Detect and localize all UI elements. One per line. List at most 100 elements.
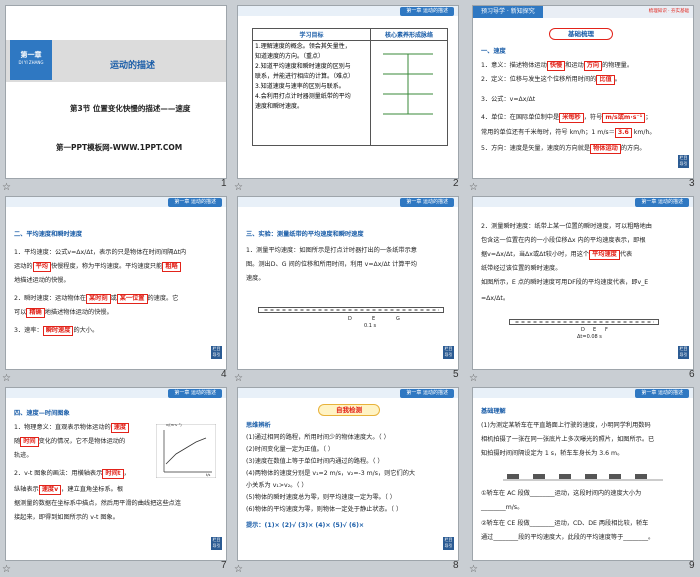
banner-label: 预习导学 · 新知探究 <box>473 6 543 18</box>
slide-number: 3 <box>689 178 695 189</box>
next-nav-button[interactable]: 栏目导引 <box>678 346 689 359</box>
star-icon[interactable]: ☆ <box>2 564 11 575</box>
text-line: 2．v-t 图象的画法：用横轴表示 时间t， <box>14 469 130 479</box>
answer-line: 提示：(1)× (2)√ (3)× (4)× (5)√ (6)× <box>246 522 365 529</box>
chapter-tab: 第一章 运动的描述 <box>400 7 454 16</box>
chapter-badge-text: 第一章 <box>20 51 42 59</box>
star-icon[interactable]: ☆ <box>2 182 11 193</box>
problem-line: ②轿车在 CE 段做________运动，CD、DE 两段相比较，轿车 <box>481 520 649 527</box>
slide-thumbnail-3[interactable]: 预习导学 · 新知探究 梳理知识 · 夯实基础 基础梳理 一、速度 1．意义：描… <box>472 5 694 179</box>
slide-thumbnail-8[interactable]: 第一章 运动的描述 自我检测 思维辨析 (1)通过相同的路程，所用时间少的物体速… <box>237 387 459 561</box>
slide-header: 第一章 运动的描述 <box>473 197 693 207</box>
question-line: (4)两物体的速度分别是 v₁=2 m/s，v₂=-3 m/s，则它们的大 <box>246 470 416 477</box>
goal-line: 1.理解速度的概念。领会其矢量性， <box>255 43 351 50</box>
text-line: 随时间 变化的情况，它不是物体运动的 <box>14 437 126 447</box>
problem-line: ________m/s。 <box>481 504 524 511</box>
vt-graph <box>156 424 216 478</box>
slide-header: 第一章 运动的描述 <box>238 197 458 207</box>
chapter-badge-en: DI YI ZHANG <box>18 60 44 65</box>
slide-header: 第一章 运动的描述 <box>6 388 226 398</box>
slide-number: 4 <box>221 369 227 380</box>
star-icon[interactable]: ☆ <box>469 373 478 384</box>
slide-header: 第一章 运动的描述 <box>473 388 693 398</box>
text-line: 纸带经过该位置的瞬时速度。 <box>481 265 562 272</box>
self-check-banner: 自我检测 <box>318 404 380 416</box>
car-photo-strip <box>503 474 663 481</box>
text-line: 1．测量平均速度：如图所示是打点计时器打出的一条纸带示意 <box>246 247 417 254</box>
slide-number: 7 <box>221 560 227 571</box>
text-line: 5．方向：速度是矢量，速度的方向就是 物体运动 的方向。 <box>481 144 646 154</box>
text-line: 包含这一位置在内的一小段位移Δx 内的平均速度表示，即根 <box>481 237 646 244</box>
slide-thumbnail-7[interactable]: 第一章 运动的描述 四、速度—时间图象 1．物理意义：直观表示物体运动的 速度 随… <box>5 387 227 561</box>
slide-header: 第一章 运动的描述 <box>6 197 226 207</box>
text-line: 4．单位：在国际单位制中是 米每秒 ，符号 m/s或m·s⁻¹； <box>481 113 652 123</box>
text-line: 1．物理意义：直观表示物体运动的 速度 <box>14 422 130 433</box>
question-line: (2)时间变化量一定为正值。（ ） <box>246 446 335 453</box>
text-line: 地描述运动的快慢。 <box>14 277 70 284</box>
goal-line: 3.知道速度与速率的区别与联系。 <box>255 83 345 90</box>
slide-thumbnail-9[interactable]: 第一章 运动的描述 基础理解 (1)为测定某轿车在平直路面上行驶的速度，小明同学… <box>472 387 694 561</box>
next-nav-button[interactable]: 栏目导引 <box>211 346 222 359</box>
goals-table: 学习目标 核心素养形成脉络 1.理解速度的概念。领会其矢量性， 知道速度的方向。… <box>252 28 448 146</box>
subheading: 二、平均速度和瞬时速度 <box>14 231 83 238</box>
chapter-tab: 第一章 运动的描述 <box>400 389 454 398</box>
slide-thumbnail-6[interactable]: 第一章 运动的描述 2．测量瞬时速度：纸带上某一位置的瞬时速度，可以粗略地由 包… <box>472 196 694 370</box>
subheading: 三、实验：测量纸带的平均速度和瞬时速度 <box>246 231 364 238</box>
slide-number: 5 <box>453 369 459 380</box>
question-line: (3)速度在数值上等于单位时间内通过的路程。（ ） <box>246 458 384 465</box>
slide-thumbnail-4[interactable]: 第一章 运动的描述 二、平均速度和瞬时速度 1．平均速度：公式v=Δx/Δt，表… <box>5 196 227 370</box>
star-icon[interactable]: ☆ <box>234 373 243 384</box>
slide-thumbnail-1[interactable]: 第一章 DI YI ZHANG 运动的描述 第3节 位置变化快慢的描述——速度 … <box>5 5 227 179</box>
section-title: 第3节 位置变化快慢的描述——速度 <box>70 104 191 113</box>
text-line: 据测量的数据在坐标系中描点，然后用平滑的曲线把这些点连 <box>14 500 182 507</box>
graph-axis-y-label: v/(m·s⁻¹) <box>166 423 182 427</box>
text-line: 2．瞬时速度：运动物体在 某时刻或某一位置 的速度。它 <box>14 294 179 304</box>
slide-number: 1 <box>221 178 227 189</box>
star-icon[interactable]: ☆ <box>469 182 478 193</box>
next-nav-button[interactable]: 栏目导引 <box>443 346 454 359</box>
next-nav-button[interactable]: 栏目导引 <box>443 537 454 550</box>
question-line: (1)通过相同的路程，所用时间少的物体速度大。（ ） <box>246 434 390 441</box>
next-nav-button[interactable]: 栏目导引 <box>211 537 222 550</box>
text-line: 2．定义：位移与发生这个位移所用时间的 比值。 <box>481 75 621 85</box>
watermark-text: 第一PPT模板网-WWW.1PPT.COM <box>56 143 183 152</box>
tape-dots <box>263 309 439 311</box>
tape-label-d: D <box>348 316 352 322</box>
star-icon[interactable]: ☆ <box>234 564 243 575</box>
next-nav-button[interactable]: 栏目导引 <box>678 155 689 168</box>
text-line: 图。测出D、G 间的位移和所用时间，利用 v=Δx/Δt 计算平均 <box>246 261 417 268</box>
subheading: 思维辨析 <box>246 422 271 429</box>
text-line: =Δx/Δt。 <box>481 295 510 302</box>
text-line: 轨迹。 <box>14 452 33 459</box>
table-header-goals: 学习目标 <box>252 28 371 41</box>
question-line: 小关系为 v₁>v₂。（ ） <box>246 482 308 489</box>
problem-line: 通过________段的平均速度大，此段的平均速度等于________。 <box>481 534 655 541</box>
goal-line: 知道速度的方向。（重点） <box>255 53 325 60</box>
slide-number: 8 <box>453 560 459 571</box>
text-line: 3．速率： 瞬时速度 的大小。 <box>14 326 99 336</box>
star-icon[interactable]: ☆ <box>234 182 243 193</box>
question-line: (5)物体的瞬时速度总为零，则平均速度一定为零。（ ） <box>246 494 396 501</box>
goal-line: 联系，并能进行相应的计算。（难点） <box>255 73 355 80</box>
slide-thumbnail-2[interactable]: 第一章 运动的描述 学习目标 核心素养形成脉络 1.理解速度的概念。领会其矢量性… <box>237 5 459 179</box>
goal-line: 2.知道平均速度和瞬时速度的区别与 <box>255 63 351 70</box>
slide-header: 第一章 运动的描述 <box>238 6 458 16</box>
slide-header: 第一章 运动的描述 <box>238 388 458 398</box>
star-icon[interactable]: ☆ <box>469 564 478 575</box>
section-pill: 基础梳理 <box>549 28 613 40</box>
slide-thumbnail-5[interactable]: 第一章 运动的描述 三、实验：测量纸带的平均速度和瞬时速度 1．测量平均速度：如… <box>237 196 459 370</box>
chapter-title: 运动的描述 <box>110 61 156 71</box>
text-line: 可以 精确 地描述物体运动的快慢。 <box>14 308 113 318</box>
slide-number: 6 <box>689 369 695 380</box>
slide-number: 2 <box>453 178 459 189</box>
core-diagram <box>383 53 433 115</box>
subheading: 四、速度—时间图象 <box>14 410 70 417</box>
core-cell <box>370 40 448 146</box>
subheading: 一、速度 <box>481 48 506 55</box>
tape-diagram <box>258 307 444 313</box>
slide-number: 9 <box>689 560 695 571</box>
star-icon[interactable]: ☆ <box>2 373 11 384</box>
chapter-tab: 第一章 运动的描述 <box>635 198 689 207</box>
text-line: 常用的单位还有千米每时，符号 km/h；1 m/s＝ 3.6 km/h。 <box>481 128 656 138</box>
graph-axis-x-label: t/s <box>206 473 211 477</box>
